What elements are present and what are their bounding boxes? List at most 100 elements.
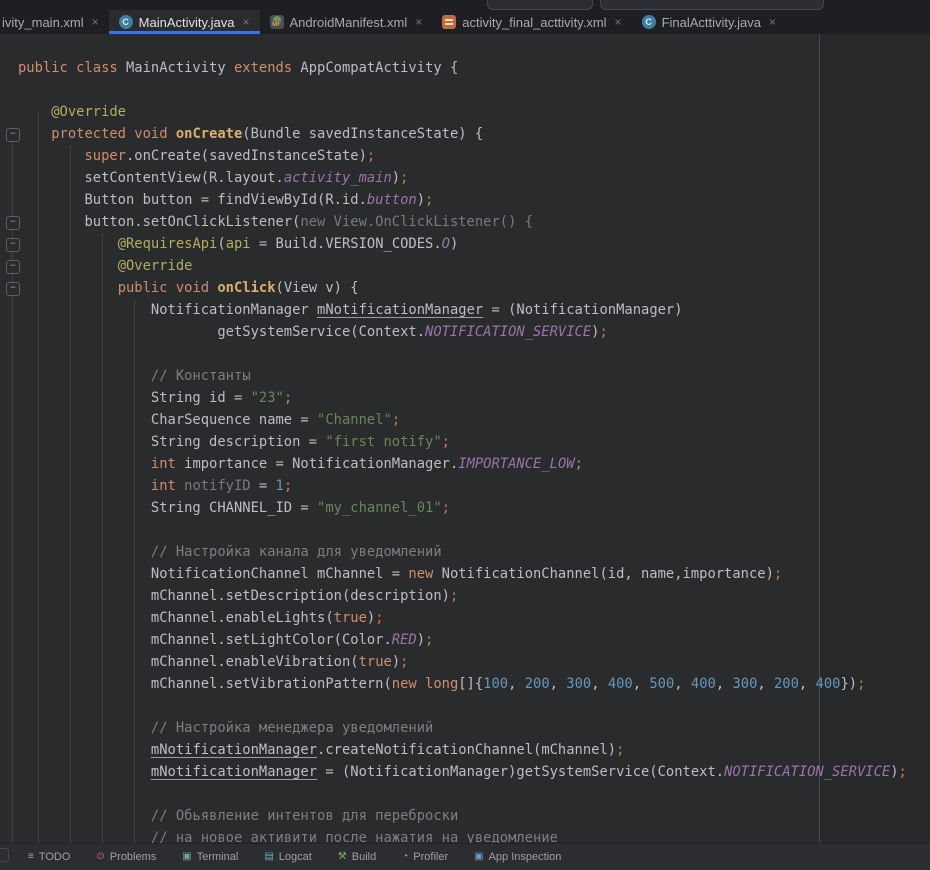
code-token: mChannel.setDescription(description) (18, 588, 450, 604)
code-line[interactable]: Button button = findViewById(R.id.button… (18, 189, 930, 211)
code-token: ; (425, 632, 433, 648)
code-line[interactable]: mNotificationManager.createNotificationC… (18, 739, 930, 761)
code-token: NotificationChannel(id, name,importance) (433, 566, 774, 582)
code-line[interactable]: button.setOnClickListener(new View.OnCli… (18, 211, 930, 233)
code-line[interactable] (18, 783, 930, 805)
code-token: []{ (458, 676, 483, 692)
code-line[interactable] (18, 695, 930, 717)
code-token: 400 (691, 676, 716, 692)
fold-marker-icon[interactable]: − (6, 260, 20, 274)
code-token: ; (400, 170, 408, 186)
code-line[interactable]: public class MainActivity extends AppCom… (18, 57, 930, 79)
tab-close-icon[interactable]: × (615, 15, 622, 29)
code-line[interactable]: mChannel.setLightColor(Color.RED); (18, 629, 930, 651)
code-line[interactable]: NotificationManager mNotificationManager… (18, 299, 930, 321)
code-line[interactable]: @RequiresApi(api = Build.VERSION_CODES.O… (18, 233, 930, 255)
code-line[interactable]: String description = "first notify"; (18, 431, 930, 453)
code-token: new long (392, 676, 458, 692)
code-line[interactable] (18, 519, 930, 541)
code-token: "first notify" (325, 434, 441, 450)
tab-label: AndroidManifest.xml (290, 15, 408, 30)
code-line[interactable]: super.onCreate(savedInstanceState); (18, 145, 930, 167)
code-line[interactable]: // Настройка менеджера уведомлений (18, 717, 930, 739)
code-line[interactable]: String id = "23"; (18, 387, 930, 409)
tab-close-icon[interactable]: × (769, 15, 776, 29)
code-line[interactable]: String CHANNEL_ID = "my_channel_01"; (18, 497, 930, 519)
code-token: , (633, 676, 650, 692)
statusbar-item-label: Logcat (279, 851, 312, 863)
editor-tab[interactable]: CMainActivity.java× (109, 10, 260, 34)
code-token: = Build.VERSION_CODES. (251, 236, 442, 252)
fold-marker-icon[interactable]: − (6, 216, 20, 230)
code-token: CharSequence name = (18, 412, 317, 428)
todo-icon: ≡ (28, 852, 34, 862)
code-line[interactable]: int importance = NotificationManager.IMP… (18, 453, 930, 475)
code-line[interactable]: setContentView(R.layout.activity_main); (18, 167, 930, 189)
code-token: O (442, 236, 450, 252)
code-token: String description = (18, 434, 325, 450)
statusbar-item-terminal[interactable]: ▣Terminal (182, 851, 238, 863)
code-token: = (251, 478, 276, 494)
fold-marker-icon[interactable]: − (6, 282, 20, 296)
code-line[interactable]: // Константы (18, 365, 930, 387)
code-token: 200 (525, 676, 550, 692)
tab-close-icon[interactable]: × (242, 15, 249, 29)
statusbar-item-problems[interactable]: ⊙Problems (96, 851, 156, 863)
fold-marker-icon[interactable]: − (6, 128, 20, 142)
tab-close-icon[interactable]: × (415, 15, 422, 29)
code-line[interactable] (18, 79, 930, 101)
statusbar-item-build[interactable]: ⚒Build (338, 851, 376, 863)
code-token: .createNotificationChannel(mChannel) (317, 742, 616, 758)
code-token (18, 808, 151, 824)
device-selector-outline[interactable] (487, 0, 593, 10)
statusbar-item-label: Build (352, 851, 376, 863)
code-token: NotificationChannel mChannel = (18, 566, 408, 582)
code-token: , (591, 676, 608, 692)
code-line[interactable] (18, 343, 930, 365)
fold-marker-icon[interactable]: − (6, 238, 20, 252)
code-token: // Обьявление интентов для переброски (151, 808, 458, 824)
code-token: int (151, 456, 184, 472)
code-line[interactable]: public void onClick(View v) { (18, 277, 930, 299)
statusbar-item-logcat[interactable]: ▤Logcat (264, 851, 311, 863)
code-line[interactable]: mChannel.setDescription(description); (18, 585, 930, 607)
code-token: , (757, 676, 774, 692)
profiler-icon: ◔ (402, 852, 408, 862)
editor-tab[interactable]: activity_final_acttivity.xml × (432, 10, 631, 34)
editor-tab[interactable]: CFinalActtivity.java× (632, 10, 786, 34)
code-line[interactable]: CharSequence name = "Channel"; (18, 409, 930, 431)
code-line[interactable]: mChannel.setVibrationPattern(new long[]{… (18, 673, 930, 695)
code-token: ; (392, 412, 400, 428)
code-line[interactable]: int notifyID = 1; (18, 475, 930, 497)
tab-close-icon[interactable]: × (92, 15, 99, 29)
code-token: ; (400, 654, 408, 670)
code-line[interactable]: @Override (18, 101, 930, 123)
editor-tab[interactable]: MFAndroidManifest.xml× (260, 10, 433, 34)
code-line[interactable]: mChannel.enableVibration(true); (18, 651, 930, 673)
statusbar-item-profiler[interactable]: ◔ Profiler (402, 851, 448, 863)
code-token: "my_channel_01" (317, 500, 442, 516)
code-line[interactable]: NotificationChannel mChannel = new Notif… (18, 563, 930, 585)
statusbar-item-label: TODO (39, 851, 71, 863)
code-line[interactable]: mChannel.enableLights(true); (18, 607, 930, 629)
code-token (18, 104, 51, 120)
statusbar-item-label: Profiler (413, 851, 448, 863)
code-line[interactable]: protected void onCreate(Bundle savedInst… (18, 123, 930, 145)
run-widget-outline[interactable] (600, 0, 824, 10)
code-line[interactable]: // Настройка канала для уведомлений (18, 541, 930, 563)
statusbar-item-todo[interactable]: ≡ TODO (28, 851, 70, 863)
editor-pane[interactable]: − − − − − public class MainActivity extends … (0, 34, 930, 855)
code-token (18, 456, 151, 472)
statusbar-item-app-inspection[interactable]: ▣App Inspection (474, 851, 561, 863)
code-line[interactable]: // Обьявление интентов для переброски (18, 805, 930, 827)
code-line[interactable]: getSystemService(Context.NOTIFICATION_SE… (18, 321, 930, 343)
code-token: "23" (251, 390, 284, 406)
code-line[interactable]: @Override (18, 255, 930, 277)
code-editor[interactable]: public class MainActivity extends AppCom… (0, 34, 930, 849)
code-line[interactable]: mNotificationManager = (NotificationMana… (18, 761, 930, 783)
tab-label: activity_final_acttivity.xml (462, 15, 606, 30)
code-token: importance = NotificationManager. (184, 456, 458, 472)
code-token: onCreate (176, 126, 242, 142)
layout-file-icon (442, 15, 456, 29)
editor-tab[interactable]: ivity_main.xml× (0, 10, 109, 34)
